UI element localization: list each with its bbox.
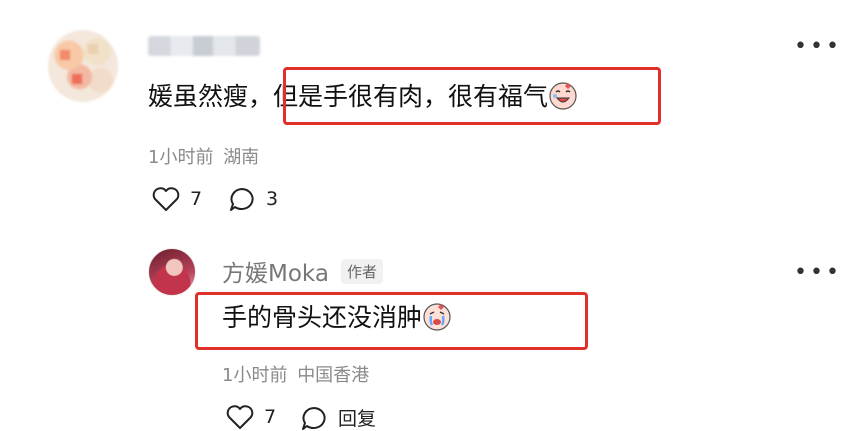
reply-location: 中国香港	[297, 365, 370, 386]
comment-meta: 1小时前 湖南	[148, 143, 259, 169]
highlight-box-reply	[195, 292, 588, 350]
highlight-box-comment	[283, 67, 661, 125]
reply-time: 1小时前	[222, 365, 288, 386]
speech-bubble-icon	[302, 406, 326, 430]
author-badge: 作者	[340, 258, 383, 284]
like-button[interactable]: 7	[152, 186, 202, 212]
reply-button[interactable]: 3	[228, 186, 278, 212]
reply-meta: 1小时前 中国香港	[222, 361, 369, 387]
author-name[interactable]: 方媛Moka	[222, 254, 329, 288]
heart-outline-icon	[152, 187, 180, 211]
reply-reply-label: 回复	[338, 408, 377, 430]
heart-outline-icon	[226, 405, 254, 429]
commenter-name-blurred[interactable]	[148, 36, 260, 56]
reply-count: 3	[266, 188, 279, 210]
comment-location: 湖南	[223, 147, 260, 168]
reply-like-button[interactable]: 7	[226, 404, 276, 430]
avatar-pixel	[60, 50, 70, 60]
reply-like-count: 7	[264, 406, 277, 428]
more-dots-icon[interactable]: •••	[794, 262, 842, 284]
speech-bubble-icon	[230, 188, 254, 211]
commenter-avatar[interactable]	[48, 30, 118, 102]
reply-reply-button[interactable]: 回复	[300, 404, 376, 431]
like-count: 7	[190, 188, 203, 210]
reply-header: 方媛Moka 作者	[222, 254, 383, 288]
avatar-pixel	[72, 74, 82, 84]
comment-time: 1小时前	[148, 147, 214, 168]
author-avatar[interactable]	[148, 248, 196, 296]
more-dots-icon[interactable]: •••	[794, 36, 842, 58]
avatar-pixel	[88, 44, 98, 54]
